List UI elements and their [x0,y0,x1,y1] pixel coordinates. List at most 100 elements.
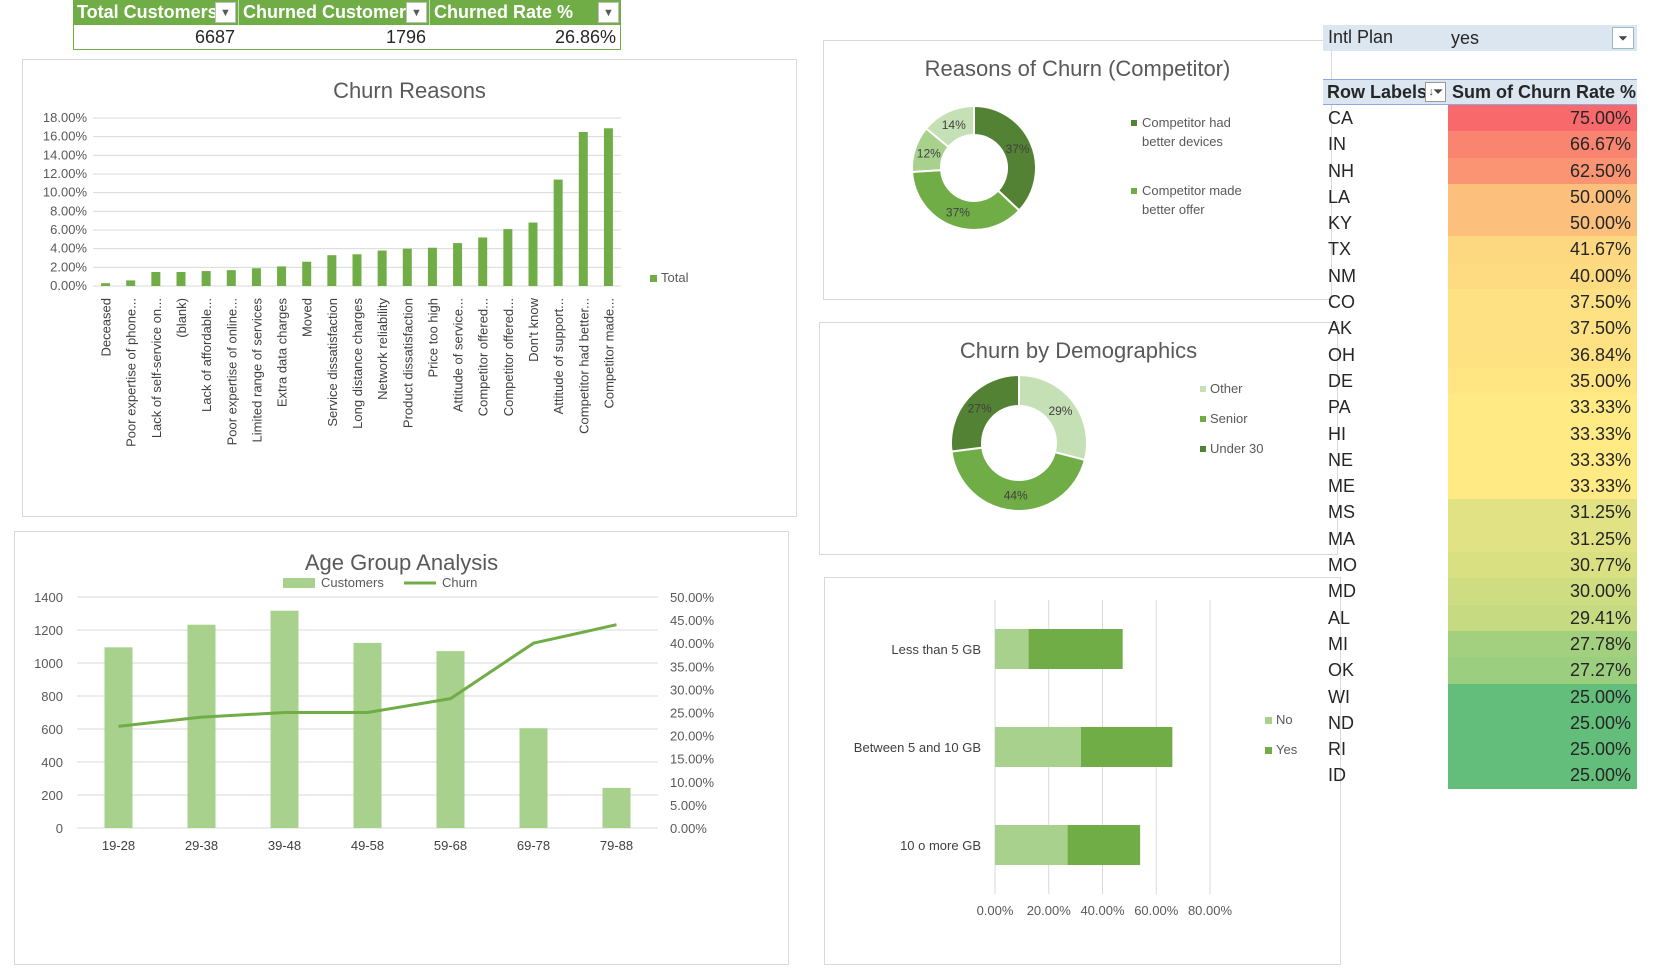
x-tick-label: 49-58 [351,838,384,853]
table-row[interactable]: IN 66.67% [1323,131,1637,158]
y2-tick-label: 25.00% [670,706,715,721]
table-row[interactable]: WI 25.00% [1323,683,1637,710]
y2-tick-label: 15.00% [670,752,715,767]
pivot-header: Row Labels ↓⏷ Sum of Churn Rate % [1323,79,1637,105]
table-row[interactable]: MA 31.25% [1323,525,1637,553]
legend-swatch [1265,747,1272,754]
y-tick-label: 800 [41,689,63,704]
churn-reasons-plot: 0.00% 2.00% 4.00% 6.00% 8.00% 10.00% 12.00% 14.… [43,110,689,447]
x-tick-label: Competitor offered... [501,298,516,416]
demographics-chart[interactable]: Churn by Demographics 29% 44% 27% Other Seni… [819,322,1338,555]
bar-segment [995,825,1068,865]
table-row[interactable]: RI 25.00% [1323,736,1637,763]
donut-slice [911,169,1021,231]
bar-segment [995,629,1029,669]
table-row[interactable]: NH 62.50% [1323,157,1637,184]
state-label: OH [1328,344,1355,365]
kpi-header-churned-rate[interactable]: Churned Rate % ▼ [430,0,621,25]
table-row[interactable]: KY 50.00% [1323,210,1637,237]
kpi-header-churned-customers[interactable]: Churned Customers ▼ [239,0,430,25]
pivot-header-value[interactable]: Sum of Churn Rate % [1448,80,1637,104]
table-row[interactable]: AL 29.41% [1323,604,1637,631]
filter-value[interactable]: yes [1451,28,1479,49]
pivot-header-row-labels[interactable]: Row Labels ↓⏷ [1323,80,1448,104]
x-tick-label: 20.00% [1027,903,1072,918]
x-tick-label: Competitor made... [601,298,616,409]
table-row[interactable]: NM 40.00% [1323,262,1637,290]
table-row[interactable]: CO 37.50% [1323,289,1637,316]
filter-dropdown-icon[interactable]: ▼ [406,2,427,23]
bar [104,647,133,828]
state-label: RI [1328,739,1346,760]
filter-dropdown-icon[interactable]: ▼ [215,2,236,23]
churn-rate-cell: 31.25% [1448,499,1637,526]
legend-label: Competitor had better devices [1142,115,1231,149]
table-row[interactable]: TX 41.67% [1323,236,1637,263]
chart-title: Churn by Demographics [959,338,1198,363]
intl-plan-filter[interactable]: Intl Plan yes ⏷ [1323,25,1637,51]
state-label: NH [1328,160,1354,181]
state-label: ID [1328,765,1346,786]
table-row[interactable]: NE 33.33% [1323,446,1637,474]
table-row[interactable]: LA 50.00% [1323,183,1637,211]
legend-swatch [283,578,315,588]
kpi-header-total-customers[interactable]: Total Customers ▼ [73,0,239,25]
bar [603,128,613,286]
x-tick-label: Lack of affordable... [199,298,214,412]
table-row[interactable]: MD 30.00% [1323,578,1637,605]
filter-dropdown-icon[interactable]: ▼ [598,2,619,23]
churn-rate-cell: 33.33% [1448,420,1637,447]
x-tick-label: Product dissatisfaction [400,298,415,428]
pivot-body: CA 75.00% IN 66.67% NH 62.50% LA 50.00% KY 50.00%… [1323,105,1637,789]
churn-rate-cell: 27.27% [1448,657,1637,684]
kpi-table: Total Customers ▼ Churned Customers ▼ Ch… [73,0,621,51]
kpi-churned-rate-value[interactable]: 26.86% [430,25,620,49]
table-row[interactable]: HI 33.33% [1323,420,1637,447]
table-row[interactable]: PA 33.33% [1323,394,1637,421]
table-row[interactable]: DE 35.00% [1323,367,1637,395]
table-row[interactable]: ND 25.00% [1323,709,1637,737]
state-label: MI [1328,633,1348,654]
kpi-churned-customers-value[interactable]: 1796 [239,25,430,49]
table-row[interactable]: AK 37.50% [1323,315,1637,342]
legend-swatch [1200,386,1206,392]
legend-label: Competitor made better offer [1142,183,1242,217]
bar [176,272,186,286]
table-row[interactable]: OK 27.27% [1323,657,1637,684]
age-group-chart[interactable]: Age Group Analysis 0 200 400 600 800 1000 1200… [14,531,789,965]
slice-label: 37% [1006,142,1030,156]
bar [226,270,236,286]
state-label: TX [1328,239,1352,260]
state-label: MD [1328,581,1356,602]
data-usage-chart[interactable]: 0.00% 20.00% 40.00% 60.00% 80.00% Less than 5… [824,577,1341,965]
legend-swatch [1131,120,1137,126]
y-tick-label: Between 5 and 10 GB [854,740,981,755]
churn-reasons-chart[interactable]: Churn Reasons 0.00% 2.00% 4.00% 6.00% 8.00% 1… [22,59,797,517]
competitor-reasons-chart[interactable]: Reasons of Churn (Competitor) 37% 37% 12% 1… [823,40,1332,300]
table-row[interactable]: ME 33.33% [1323,473,1637,500]
x-tick-label: 0.00% [977,903,1014,918]
legend-label-line: better offer [1142,202,1205,217]
churn-rate-cell: 41.67% [1448,236,1637,263]
sort-filter-icon[interactable]: ↓⏷ [1425,82,1446,102]
x-tick-label: Long distance charges [350,298,365,429]
x-tick-label: Competitor had better... [576,298,591,434]
churn-rate-cell: 31.25% [1448,525,1637,553]
x-tick-label: 40.00% [1080,903,1125,918]
churn-rate-cell: 75.00% [1448,105,1637,132]
legend-label: Yes [1276,742,1298,757]
table-row[interactable]: MO 30.77% [1323,552,1637,579]
y-tick-label: 12.00% [43,166,88,181]
bar [503,229,513,286]
table-row[interactable]: MI 27.78% [1323,630,1637,658]
bar [528,222,538,286]
bar [327,255,337,286]
table-row[interactable]: CA 75.00% [1323,105,1637,132]
x-tick-label: Attitude of service... [451,298,466,412]
table-row[interactable]: OH 36.84% [1323,341,1637,368]
table-row[interactable]: MS 31.25% [1323,499,1637,526]
kpi-total-customers-value[interactable]: 6687 [74,25,239,49]
filter-icon[interactable]: ⏷ [1612,27,1634,49]
churn-rate-cell: 33.33% [1448,473,1637,500]
table-row[interactable]: ID 25.00% [1323,762,1637,789]
